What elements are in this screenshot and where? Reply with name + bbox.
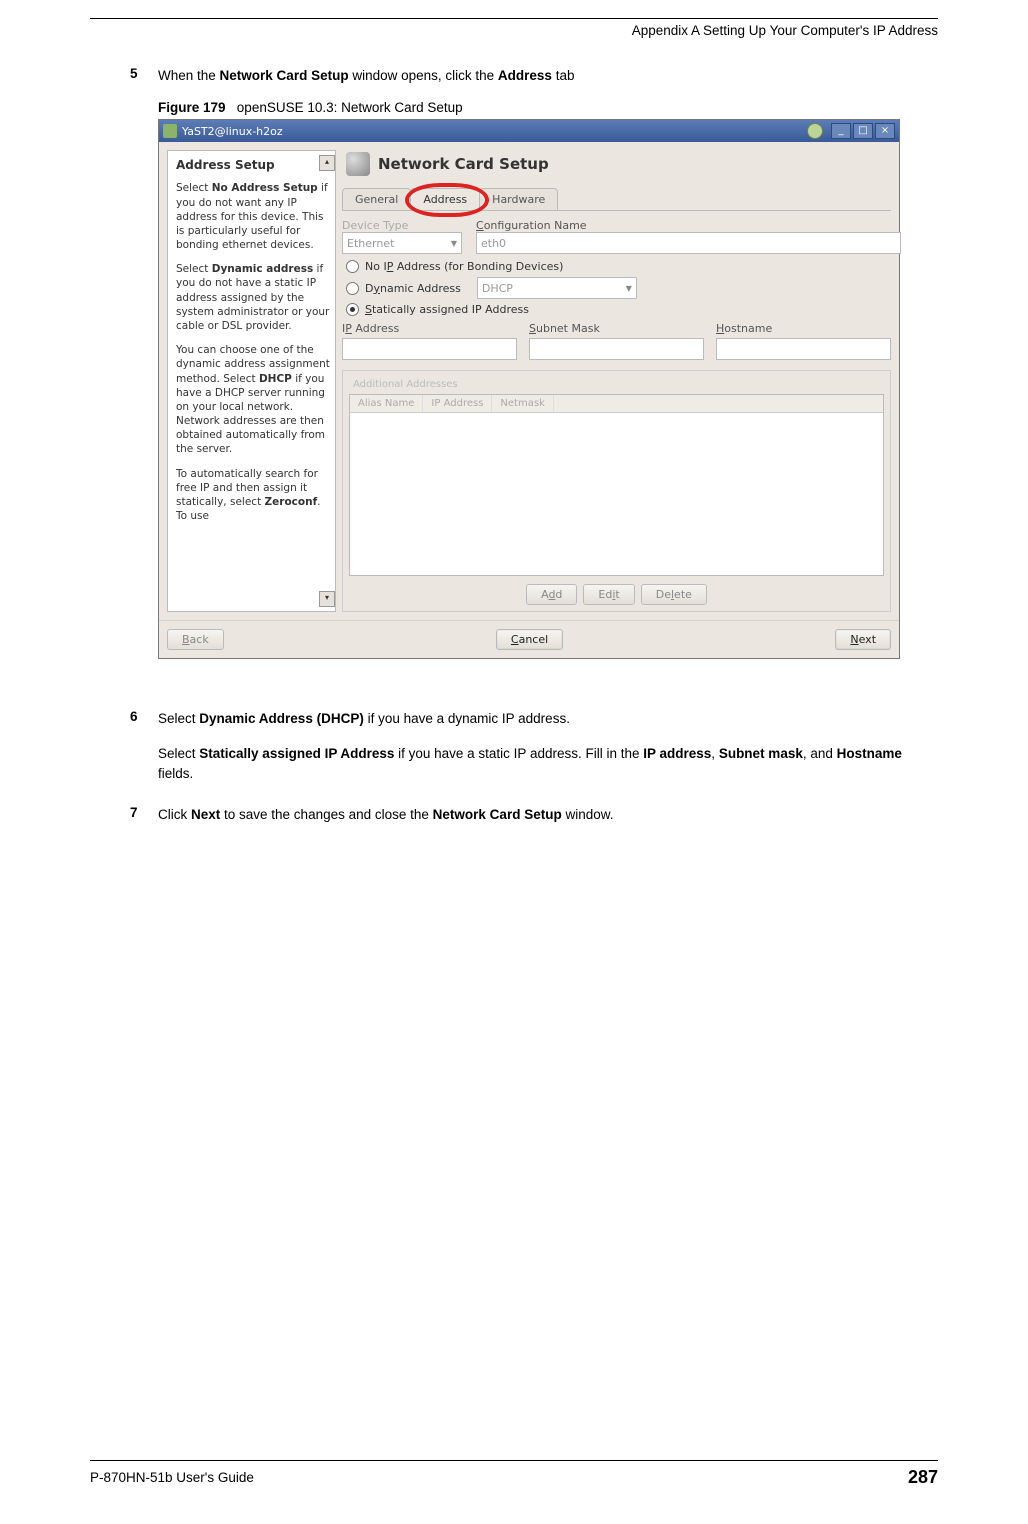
radio-icon — [346, 282, 359, 295]
step-6-text: Select Dynamic Address (DHCP) if you hav… — [158, 709, 938, 729]
footer-guide-name: P-870HN-51b User's Guide — [90, 1470, 254, 1485]
main-pane: Network Card Setup General Address Hardw… — [342, 150, 891, 612]
radio-static-label: Statically assigned IP Address — [365, 303, 529, 316]
main-title: Network Card Setup — [378, 155, 549, 173]
step-5-text: When the Network Card Setup window opens… — [158, 66, 938, 86]
label-ip-address: IP Address — [342, 322, 517, 335]
radio-icon-checked — [346, 303, 359, 316]
radio-icon — [346, 260, 359, 273]
next-button[interactable]: Next — [835, 629, 891, 650]
edit-button: Edit — [583, 584, 634, 605]
radio-static[interactable]: Statically assigned IP Address — [346, 303, 891, 316]
th-alias[interactable]: Alias Name — [350, 395, 423, 412]
scroll-down-icon[interactable]: ▾ — [319, 591, 335, 607]
label-device-type: Device Type — [342, 219, 462, 232]
page-number: 287 — [908, 1467, 938, 1488]
add-button: Add — [526, 584, 577, 605]
chevron-down-icon: ▼ — [451, 239, 457, 248]
scroll-up-icon[interactable]: ▴ — [319, 155, 335, 171]
window-title: YaST2@linux-h2oz — [182, 125, 807, 138]
network-card-icon — [346, 152, 370, 176]
radio-dynamic-label: Dynamic Address — [365, 282, 461, 295]
tabs: General Address Hardware — [342, 188, 891, 211]
step-6-paragraph-2: Select Statically assigned IP Address if… — [158, 744, 938, 786]
help-pane: Address Setup Select No Address Setup if… — [167, 150, 336, 612]
label-subnet-mask: Subnet Mask — [529, 322, 704, 335]
th-ip[interactable]: IP Address — [423, 395, 492, 412]
help-paragraph-2: Select Dynamic address if you do not hav… — [176, 262, 331, 333]
help-title: Address Setup — [176, 157, 331, 173]
additional-addresses-label: Additional Addresses — [349, 379, 462, 390]
window-titlebar[interactable]: YaST2@linux-h2oz _ □ × — [159, 120, 899, 142]
combo-device-type: Ethernet▼ — [342, 232, 462, 254]
tab-address[interactable]: Address — [410, 188, 480, 210]
help-paragraph-1: Select No Address Setup if you do not wa… — [176, 181, 331, 252]
combo-dhcp: DHCP▼ — [477, 277, 637, 299]
help-paragraph-3: You can choose one of the dynamic addres… — [176, 343, 331, 456]
chevron-down-icon: ▼ — [626, 284, 632, 293]
step-7-number: 7 — [130, 805, 158, 825]
maximize-button[interactable]: □ — [853, 123, 873, 139]
label-config-name: Configuration Name — [476, 219, 891, 232]
back-button: Back — [167, 629, 224, 650]
figure-caption: Figure 179 openSUSE 10.3: Network Card S… — [158, 100, 938, 115]
th-netmask[interactable]: Netmask — [492, 395, 553, 412]
thumbtack-icon[interactable] — [807, 123, 823, 139]
input-subnet-mask[interactable] — [529, 338, 704, 360]
help-scrollbar[interactable]: ▴ ▾ — [319, 155, 333, 607]
yast-window: YaST2@linux-h2oz _ □ × Address Setup Sel… — [158, 119, 900, 659]
delete-button: Delete — [641, 584, 707, 605]
input-ip-address[interactable] — [342, 338, 517, 360]
help-paragraph-4: To automatically search for free IP and … — [176, 467, 331, 524]
radio-no-ip-label: No IP Address (for Bonding Devices) — [365, 260, 563, 273]
step-5-number: 5 — [130, 66, 158, 86]
tab-general[interactable]: General — [342, 188, 411, 210]
step-6-number: 6 — [130, 709, 158, 729]
close-button[interactable]: × — [875, 123, 895, 139]
label-hostname: Hostname — [716, 322, 891, 335]
tab-hardware[interactable]: Hardware — [479, 188, 558, 210]
input-config-name: eth0 — [476, 232, 901, 254]
step-7-text: Click Next to save the changes and close… — [158, 805, 938, 825]
radio-dynamic[interactable]: Dynamic Address DHCP▼ — [346, 277, 891, 299]
cancel-button[interactable]: Cancel — [496, 629, 563, 650]
window-app-icon — [163, 124, 177, 138]
additional-addresses-group: Additional Addresses Alias Name IP Addre… — [342, 370, 891, 612]
radio-no-ip[interactable]: No IP Address (for Bonding Devices) — [346, 260, 891, 273]
minimize-button[interactable]: _ — [831, 123, 851, 139]
input-hostname[interactable] — [716, 338, 891, 360]
header-appendix: Appendix A Setting Up Your Computer's IP… — [90, 23, 938, 38]
additional-addresses-table[interactable]: Alias Name IP Address Netmask — [349, 394, 884, 576]
